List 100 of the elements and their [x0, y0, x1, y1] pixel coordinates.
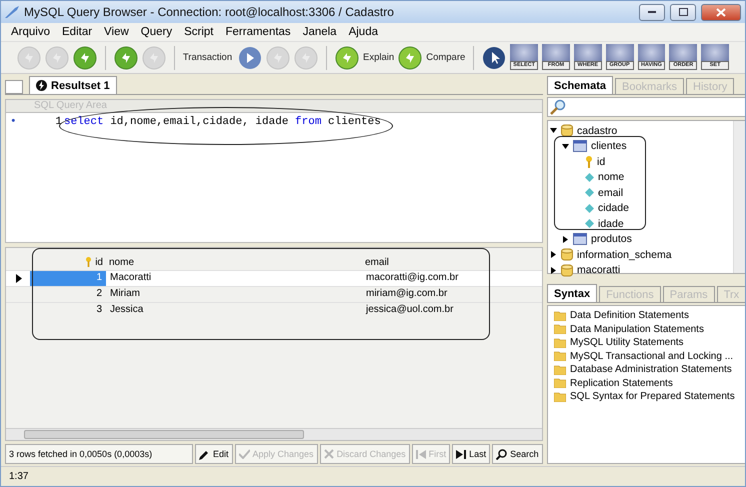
first-icon [416, 450, 426, 458]
folder-icon [554, 392, 566, 402]
caret-icon[interactable] [550, 127, 557, 134]
resultset-tab[interactable]: Resultset 1 [29, 76, 117, 94]
result-button[interactable]: Edit [195, 444, 233, 464]
tree-item[interactable]: idade [598, 218, 624, 230]
table-icon [573, 233, 587, 246]
database-icon [561, 248, 573, 262]
caret-icon[interactable] [550, 266, 557, 274]
menu-item[interactable]: Janela [302, 26, 337, 38]
table-cell-text: 3 [95, 303, 103, 317]
table-cell: 1 [30, 271, 106, 286]
menu-item[interactable]: Script [184, 26, 214, 38]
folder-icon [554, 324, 566, 334]
menu-item[interactable]: Arquivo [11, 26, 50, 38]
syntax-item[interactable]: SQL Syntax for Prepared Statements [570, 391, 735, 402]
table-cell-text: 2 [95, 287, 103, 301]
folder-icon [554, 378, 566, 388]
search-field[interactable] [547, 97, 745, 117]
round-icon [294, 46, 318, 70]
new-tab-button[interactable] [5, 80, 23, 94]
result-button[interactable]: Last [452, 444, 490, 464]
window-title: MySQL Query Browser - Connection: root@localhost:3306 / Cadastro [24, 5, 395, 19]
tree-item[interactable]: id [597, 156, 606, 168]
panel-tab[interactable]: Syntax [547, 284, 598, 302]
folder-icon [554, 310, 566, 321]
table-cell-text: macoratti@ig.com.br [365, 271, 460, 285]
column-header[interactable]: id [30, 256, 106, 268]
syntax-item[interactable]: Data Definition Statements [570, 310, 689, 322]
tree-item[interactable]: cidade [598, 202, 629, 214]
lightning-icon [36, 80, 47, 91]
round-icon [114, 46, 138, 70]
menu-item[interactable]: Ajuda [348, 26, 378, 38]
close-button[interactable] [701, 4, 741, 20]
pencil-icon [199, 448, 210, 460]
round-icon [45, 46, 69, 70]
result-button[interactable]: Search [492, 444, 543, 464]
sql-editor[interactable]: • 1 select id,nome,email,cidade, idade from clientes [5, 113, 543, 243]
syntax-item[interactable]: Data Manipulation Statements [570, 324, 704, 335]
table-cell-text: jessica@uol.com.br [364, 303, 454, 317]
toolbar-button[interactable]: Explain [335, 46, 394, 70]
round-icon [398, 46, 422, 70]
column-header[interactable]: email [362, 256, 542, 268]
fetch-status: 3 rows fetched in 0,0050s (0,0003s) [5, 444, 193, 464]
cross-icon [324, 449, 334, 459]
sql-query: select id,nome,email,cidade, idade from clientes [64, 115, 381, 128]
tree-item[interactable]: information_schema [577, 248, 672, 261]
table-icon [573, 140, 587, 152]
toolbar-button[interactable] [482, 46, 506, 70]
caret-icon[interactable] [562, 236, 569, 243]
tree-item[interactable]: nome [598, 171, 624, 184]
maximize-button[interactable] [670, 4, 696, 20]
key-icon [85, 257, 92, 267]
column-header[interactable]: nome [106, 256, 362, 268]
search-icon [496, 448, 508, 460]
round-icon [266, 46, 290, 70]
dolphin-icon [5, 6, 19, 18]
menu-item[interactable]: Editar [62, 26, 92, 38]
tree-item[interactable]: macoratti [577, 264, 620, 276]
round-icon [17, 46, 41, 70]
last-icon [456, 450, 466, 458]
minimize-button[interactable] [639, 4, 665, 20]
table-cell-text: Miriam [109, 287, 141, 301]
folder-icon [554, 364, 566, 375]
cursor-position: 1:37 [9, 471, 28, 482]
table-cell-text: miriam@ig.com.br [365, 287, 448, 301]
line-marker: • [10, 116, 17, 128]
menu-item[interactable]: Query [140, 26, 172, 38]
database-icon [561, 124, 573, 138]
horizontal-scrollbar[interactable] [6, 428, 542, 440]
round-icon [335, 46, 360, 70]
caret-icon[interactable] [550, 251, 557, 258]
vertical-scrollbar[interactable] [733, 121, 745, 273]
table-cell-text: Jessica [109, 303, 144, 317]
caret-icon[interactable] [562, 142, 569, 150]
tree-item[interactable]: cadastro [577, 124, 618, 137]
syntax-item[interactable]: MySQL Utility Statements [570, 337, 684, 348]
table-cell-text: Macoratti [109, 271, 152, 285]
tree-item[interactable]: clientes [591, 140, 627, 152]
database-icon [561, 264, 573, 277]
tree-item[interactable]: produtos [591, 233, 632, 246]
syntax-item[interactable]: MySQL Transactional and Locking ... [570, 350, 734, 362]
maximize-icon [678, 8, 688, 16]
pointer-icon [482, 46, 506, 70]
tree-item[interactable]: email [598, 186, 624, 199]
minimize-icon [648, 10, 656, 14]
folder-icon [554, 338, 566, 348]
menu-item[interactable]: View [104, 26, 129, 38]
round-icon [73, 46, 97, 70]
syntax-item[interactable]: Database Administration Statements [570, 364, 732, 376]
toolbar-label: Transaction [182, 52, 232, 63]
syntax-item[interactable]: Replication Statements [570, 378, 673, 389]
toolbar-button[interactable] [73, 46, 97, 70]
play-icon [238, 46, 262, 70]
search-icon [550, 99, 566, 115]
toolbar-button[interactable]: Compare [398, 46, 466, 70]
toolbar-button[interactable] [114, 46, 138, 70]
row-pointer-icon [16, 274, 22, 283]
panel-tab[interactable]: Schemata [547, 76, 613, 94]
menu-item[interactable]: Ferramentas [226, 26, 291, 38]
